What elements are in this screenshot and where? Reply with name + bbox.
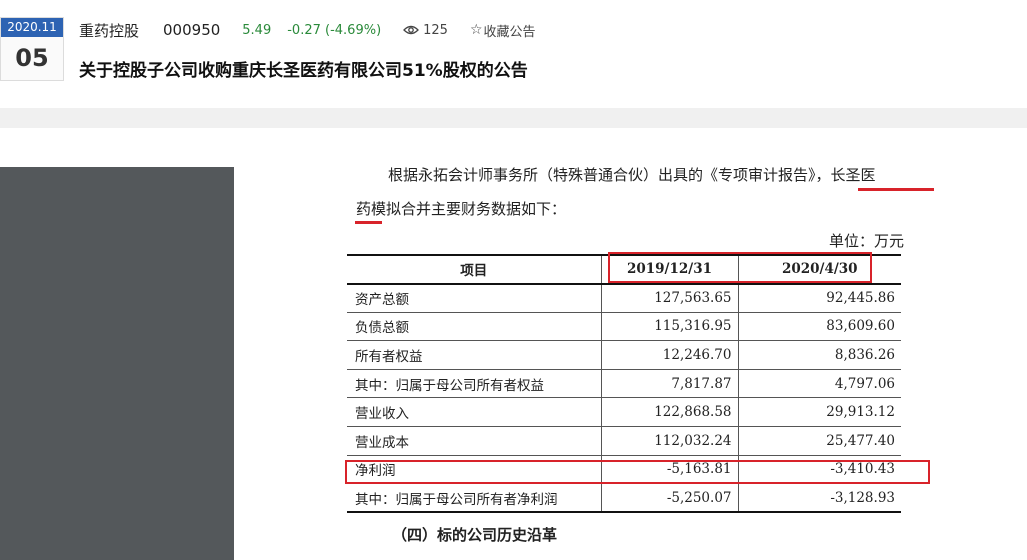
header-divider-band xyxy=(0,108,1027,128)
header-item: 项目 xyxy=(347,254,602,285)
annotation-underline-2 xyxy=(355,221,382,224)
row-label: 所有者权益 xyxy=(347,340,602,370)
row-value-2019: 127,563.65 xyxy=(601,283,739,313)
date-badge: 2020.11 05 xyxy=(0,17,64,81)
row-label: 负债总额 xyxy=(347,312,602,342)
row-value-2020: 8,836.26 xyxy=(738,340,901,370)
paragraph-line-1: 根据永拓会计师事务所（特殊普通合伙）出具的《专项审计报告》，长圣医 xyxy=(388,166,876,184)
view-count-value: 125 xyxy=(423,22,448,38)
row-value-2019: 12,246.70 xyxy=(601,340,739,370)
stock-meta-row: 重药控股 000950 5.49 -0.27 (-4.69%) 125 ☆ 收藏… xyxy=(79,20,536,40)
row-value-2019: -5,250.07 xyxy=(601,483,739,514)
eye-icon xyxy=(403,25,420,35)
stock-code: 000950 xyxy=(163,21,221,39)
viewer-side-panel xyxy=(0,167,234,560)
row-value-2020: 29,913.12 xyxy=(738,397,901,428)
table-row: 负债总额 115,316.95 83,609.60 xyxy=(347,312,901,342)
favorite-button[interactable]: ☆ 收藏公告 xyxy=(470,21,536,40)
row-value-2020: 92,445.86 xyxy=(738,283,901,313)
document-page: 根据永拓会计师事务所（特殊普通合伙）出具的《专项审计报告》，长圣医 药模拟合并主… xyxy=(234,128,1027,560)
view-count: 125 xyxy=(403,23,448,38)
row-label: 其中：归属于母公司所有者权益 xyxy=(347,369,602,399)
table-row: 营业成本 112,032.24 25,477.40 xyxy=(347,426,901,456)
table-row: 营业收入 122,868.58 29,913.12 xyxy=(347,397,901,428)
annotation-box-net-profit xyxy=(345,460,930,484)
unit-label: 单位：万元 xyxy=(829,232,905,250)
date-day: 05 xyxy=(15,44,49,72)
row-label: 其中：归属于母公司所有者净利润 xyxy=(347,483,602,514)
table-row: 其中：归属于母公司所有者净利润 -5,250.07 -3,128.93 xyxy=(347,483,901,514)
star-icon: ☆ xyxy=(469,22,483,38)
row-value-2019: 7,817.87 xyxy=(601,369,739,399)
row-value-2019: 112,032.24 xyxy=(601,426,739,456)
table-row: 所有者权益 12,246.70 8,836.26 xyxy=(347,340,901,370)
row-value-2020: -3,128.93 xyxy=(738,483,901,514)
date-year-month: 2020.11 xyxy=(1,18,63,37)
section-subheading: （四）标的公司历史沿革 xyxy=(392,526,558,544)
stock-name-link[interactable]: 重药控股 xyxy=(79,20,139,41)
row-value-2020: 25,477.40 xyxy=(738,426,901,456)
row-value-2019: 115,316.95 xyxy=(601,312,739,342)
announcement-title: 关于控股子公司收购重庆长圣医药有限公司51%股权的公告 xyxy=(79,61,528,81)
paragraph-line-2: 药模拟合并主要财务数据如下： xyxy=(356,200,567,218)
annotation-underline-1 xyxy=(858,188,934,191)
row-value-2020: 83,609.60 xyxy=(738,312,901,342)
row-value-2020: 4,797.06 xyxy=(738,369,901,399)
row-label: 营业收入 xyxy=(347,397,602,428)
favorite-label: 收藏公告 xyxy=(483,24,536,40)
stock-price: 5.49 xyxy=(242,22,272,38)
table-row: 资产总额 127,563.65 92,445.86 xyxy=(347,283,901,313)
row-value-2019: 122,868.58 xyxy=(601,397,739,428)
table-row: 其中：归属于母公司所有者权益 7,817.87 4,797.06 xyxy=(347,369,901,399)
annotation-box-header-dates xyxy=(608,252,872,283)
stock-change: -0.27 (-4.69%) xyxy=(287,22,382,38)
row-label: 营业成本 xyxy=(347,426,602,456)
row-label: 资产总额 xyxy=(347,283,602,313)
